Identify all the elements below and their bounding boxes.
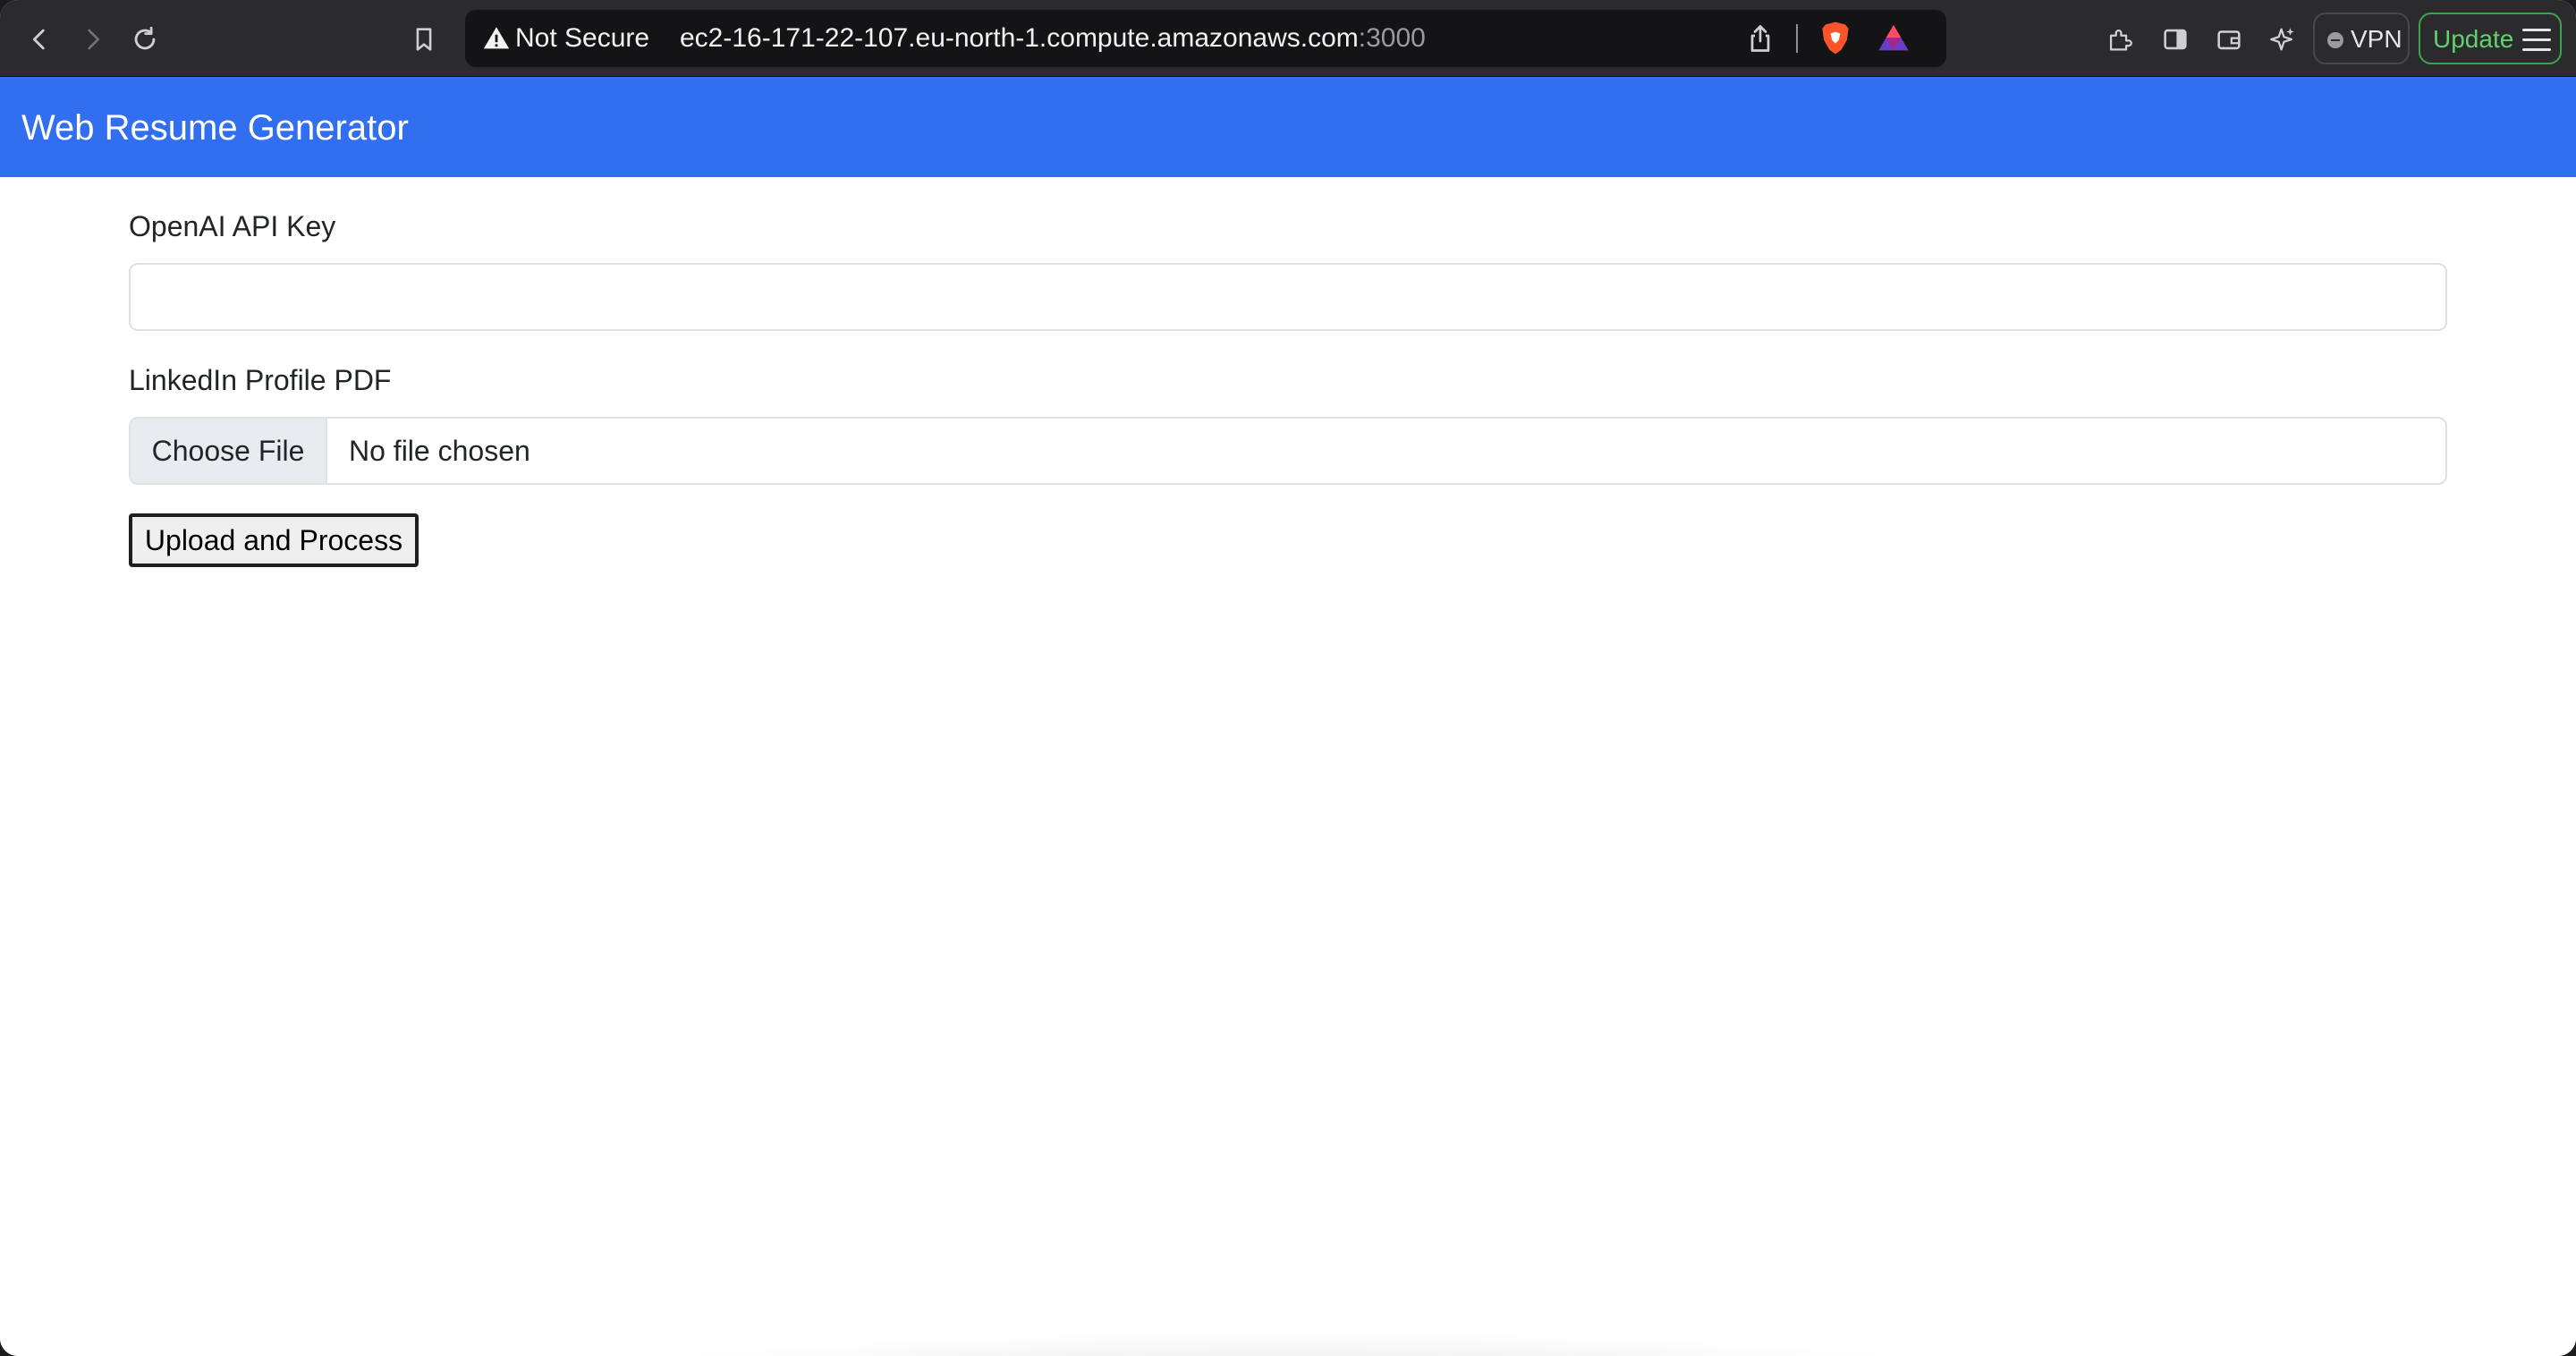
wallet-icon[interactable] [2209, 20, 2249, 59]
page-content: OpenAI API Key LinkedIn Profile PDF Choo… [0, 177, 2576, 1356]
upload-and-process-button[interactable]: Upload and Process [129, 513, 419, 567]
brave-shields-icon[interactable] [1816, 19, 1855, 58]
url-text[interactable]: ec2-16-171-22-107.eu-north-1.compute.ama… [680, 22, 1426, 55]
security-status[interactable]: Not Secure [515, 22, 649, 55]
bookmark-icon[interactable] [404, 20, 444, 59]
linkedin-pdf-file-input[interactable]: Choose File No file chosen [129, 417, 2447, 485]
extensions-icon[interactable] [2100, 20, 2140, 59]
forward-icon[interactable] [73, 20, 113, 59]
share-icon[interactable] [1744, 22, 1776, 55]
file-status-text: No file chosen [349, 435, 530, 467]
sidebar-toggle-icon[interactable] [2156, 20, 2195, 59]
browser-window: Not Secure ec2-16-171-22-107.eu-north-1.… [0, 0, 2576, 1356]
back-icon[interactable] [20, 20, 59, 59]
leo-ai-icon[interactable] [2263, 20, 2302, 59]
reload-icon[interactable] [125, 20, 165, 59]
app-title[interactable]: Web Resume Generator [21, 107, 409, 148]
brave-rewards-icon[interactable] [1875, 21, 1912, 56]
update-menu-button[interactable]: Update [2419, 13, 2562, 64]
bottom-shadow [555, 1331, 2021, 1356]
hamburger-menu-icon [2522, 29, 2551, 52]
url-host: ec2-16-171-22-107.eu-north-1.compute.ama… [680, 23, 1359, 53]
url-divider [1796, 24, 1798, 53]
api-key-input[interactable] [129, 263, 2447, 331]
url-port: :3000 [1358, 23, 1426, 53]
address-bar[interactable]: Not Secure ec2-16-171-22-107.eu-north-1.… [465, 10, 1946, 67]
vpn-button[interactable]: VPN [2313, 13, 2410, 64]
choose-file-button[interactable]: Choose File [131, 419, 327, 483]
browser-toolbar: Not Secure ec2-16-171-22-107.eu-north-1.… [0, 0, 2576, 77]
api-key-label: OpenAI API Key [129, 210, 336, 242]
app-navbar: Web Resume Generator [0, 77, 2576, 177]
vpn-status-icon [2327, 32, 2343, 48]
update-label: Update [2433, 25, 2514, 53]
linkedin-pdf-label: LinkedIn Profile PDF [129, 364, 392, 396]
vpn-label: VPN [2351, 25, 2402, 53]
warning-icon [483, 27, 510, 49]
